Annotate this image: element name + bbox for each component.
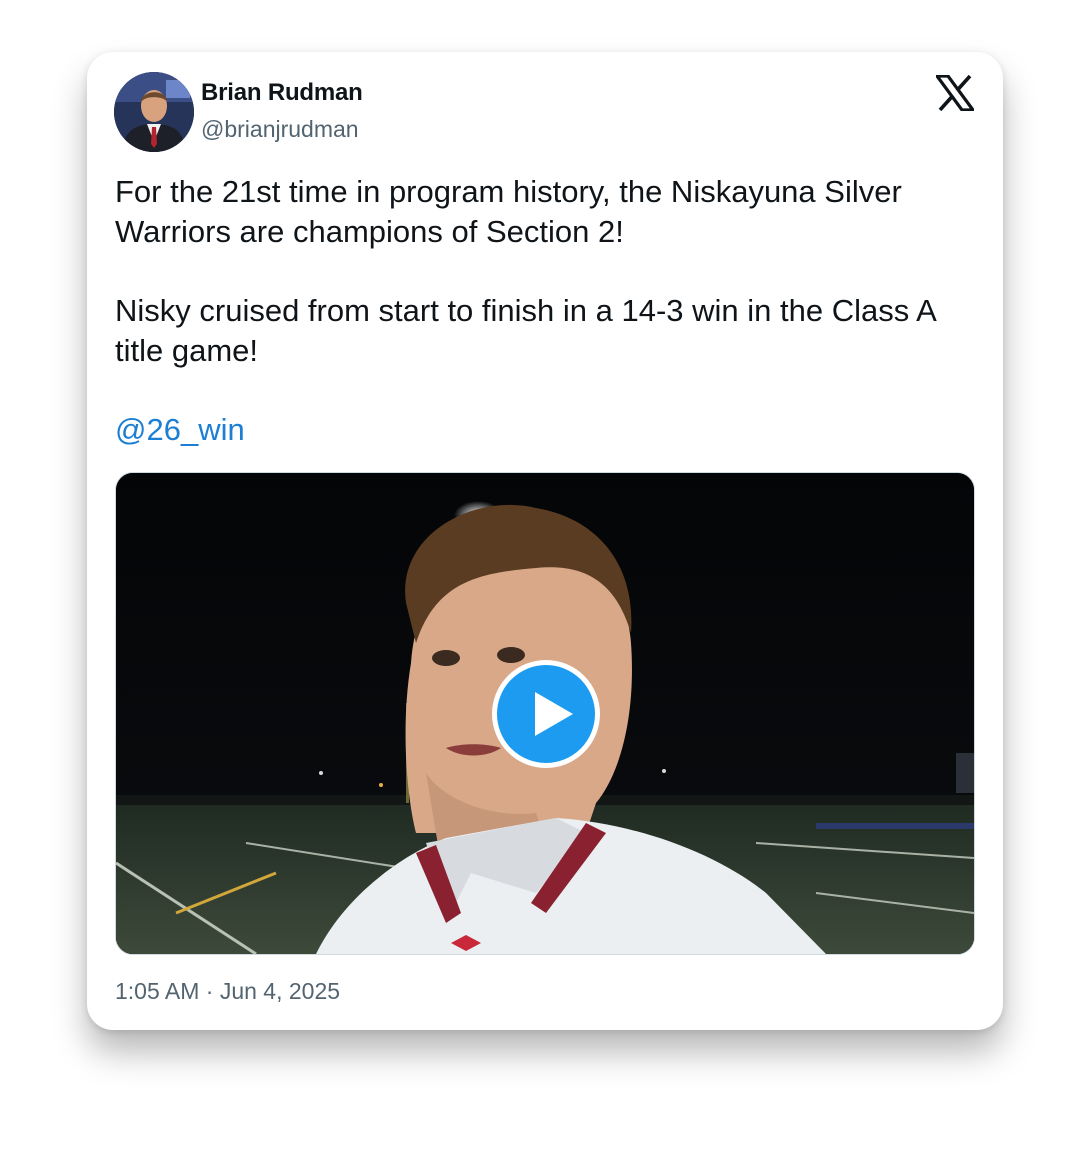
tweet-paragraph-1: For the 21st time in program history, th… bbox=[115, 174, 902, 249]
play-icon bbox=[535, 692, 573, 736]
author-name[interactable]: Brian Rudman bbox=[201, 79, 363, 107]
tweet-card: Brian Rudman @brianjrudman For the 21st … bbox=[87, 52, 1003, 1030]
tweet-text: For the 21st time in program history, th… bbox=[115, 172, 985, 489]
tweet-paragraph-2: Nisky cruised from start to finish in a … bbox=[115, 293, 936, 368]
avatar-photo bbox=[114, 72, 194, 152]
author-handle[interactable]: @brianjrudman bbox=[201, 116, 359, 143]
tweet-timestamp[interactable]: 1:05 AM · Jun 4, 2025 bbox=[115, 978, 340, 1005]
play-button[interactable] bbox=[492, 660, 600, 768]
video-thumbnail[interactable] bbox=[115, 472, 975, 955]
mention-link[interactable]: @26_win bbox=[115, 412, 245, 447]
author-avatar[interactable] bbox=[114, 72, 194, 152]
x-logo-icon[interactable] bbox=[933, 74, 977, 112]
